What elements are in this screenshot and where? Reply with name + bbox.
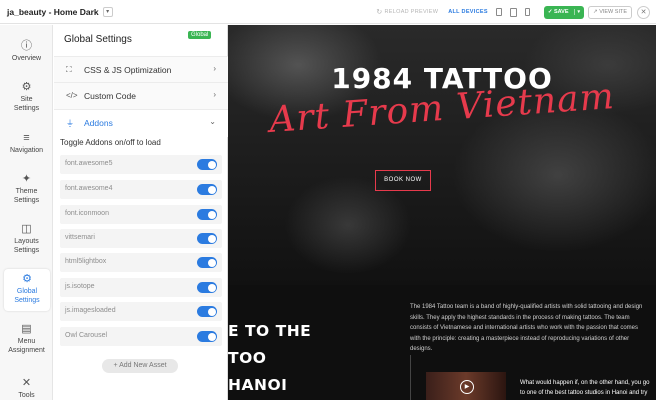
addon-toggle[interactable] <box>197 159 217 170</box>
nav-label: Site Settings <box>13 96 40 112</box>
addon-toggle[interactable] <box>197 282 217 293</box>
reload-preview-label: RELOAD PREVIEW <box>384 9 439 15</box>
addon-name: vittsemari <box>65 234 95 241</box>
nav-label: Global Settings <box>14 288 40 304</box>
global-settings-panel: Global Settings Global ⛶ CSS & JS Optimi… <box>54 25 228 400</box>
global-badge: Global <box>188 31 212 39</box>
book-now-button[interactable]: BOOK NOW <box>375 170 431 191</box>
nav-label: Tools <box>18 392 35 399</box>
divider-line <box>410 355 411 400</box>
section-label: Addons <box>84 118 113 128</box>
welcome-line: HANOI <box>228 376 288 394</box>
top-bar: ja_beauty - Home Dark ▾ ↻ RELOAD PREVIEW … <box>0 0 656 24</box>
list-icon: ▤ <box>21 323 32 335</box>
nav-item-overview[interactable]: ⓘ Overview <box>0 39 53 64</box>
nav-label: Overview <box>11 55 42 62</box>
chevron-right-icon: › <box>213 64 216 73</box>
nav-item-tools[interactable]: ✕ Tools <box>0 376 53 400</box>
external-link-icon: ↗ <box>593 9 598 15</box>
section-label: CSS & JS Optimization <box>84 65 172 75</box>
addon-row: font.awesome4 <box>60 180 222 199</box>
plug-icon: ⏚ <box>66 119 74 128</box>
addon-toggle[interactable] <box>197 233 217 244</box>
css3-icon: ⛶ <box>66 65 72 74</box>
nav-label: Layouts Settings <box>13 238 40 254</box>
code-icon: </> <box>66 91 78 100</box>
addon-row: js.isotope <box>60 278 222 297</box>
welcome-line: TOO <box>228 349 267 367</box>
save-button[interactable]: ✓ SAVE ▾ <box>543 5 585 19</box>
info-icon: ⓘ <box>21 40 32 52</box>
addon-toggle[interactable] <box>197 331 217 342</box>
section-label: Custom Code <box>84 91 136 101</box>
nav-item-menu-assignment[interactable]: ▤ Menu Assignment <box>0 322 53 355</box>
site-title: ja_beauty - Home Dark <box>7 6 99 17</box>
view-site-button[interactable]: ↗ VIEW SITE <box>588 5 632 19</box>
save-check-icon: ✓ <box>547 9 553 15</box>
magic-wand-icon: ✦ <box>21 173 32 185</box>
desktop-device-icon[interactable] <box>495 8 502 16</box>
addon-row: html5lightbox <box>60 253 222 272</box>
section-addons[interactable]: ⏚ Addons ⌄ <box>54 110 228 137</box>
addon-toggle[interactable] <box>197 209 217 220</box>
save-label: SAVE <box>553 9 569 15</box>
nav-item-site-settings[interactable]: ⚙ Site Settings <box>0 80 53 113</box>
gears-icon: ⚙ <box>22 273 32 285</box>
addon-row: js.imagesloaded <box>60 302 222 321</box>
nav-item-global-settings[interactable]: ⚙ Global Settings <box>4 269 50 311</box>
nav-item-layouts-settings[interactable]: ◫ Layouts Settings <box>0 222 53 255</box>
addon-row: Owl Carousel <box>60 327 222 346</box>
addon-name: html5lightbox <box>65 258 107 265</box>
reload-icon: ↻ <box>376 9 383 16</box>
add-new-asset-button[interactable]: + Add New Asset <box>102 359 178 373</box>
addon-row: font.iconmoon <box>60 205 222 224</box>
close-icon[interactable]: ✕ <box>637 5 650 19</box>
welcome-line: E TO THE <box>228 322 312 340</box>
site-dropdown-button[interactable]: ▾ <box>102 6 113 17</box>
addon-toggle[interactable] <box>197 257 217 268</box>
left-nav: ⓘ Overview ⚙ Site Settings ≡ Navigation ✦… <box>0 25 53 400</box>
menu-icon: ≡ <box>23 132 30 144</box>
tablet-device-icon[interactable] <box>509 7 517 17</box>
gears-icon: ⚙ <box>21 81 32 93</box>
addon-name: js.imagesloaded <box>65 307 116 314</box>
mobile-device-icon[interactable] <box>524 8 530 16</box>
site-preview: 1984 TATTOO Art From Vietnam BOOK NOW E … <box>228 25 656 400</box>
save-dropdown-icon[interactable]: ▾ <box>573 9 580 15</box>
nav-item-navigation[interactable]: ≡ Navigation <box>0 131 53 156</box>
about-paragraph: The 1984 Tattoo team is a band of highly… <box>410 304 643 352</box>
chevron-right-icon: › <box>213 90 216 99</box>
panel-title: Global Settings <box>64 34 132 45</box>
addon-name: Owl Carousel <box>65 332 108 339</box>
app-window: ja_beauty - Home Dark ▾ ↻ RELOAD PREVIEW … <box>0 0 656 400</box>
layout-icon: ◫ <box>21 223 32 235</box>
toggle-addons-hint: Toggle Addons on/off to load <box>60 138 161 147</box>
all-devices-button[interactable]: ALL DEVICES <box>448 9 488 15</box>
addon-toggle[interactable] <box>197 306 217 317</box>
addon-name: font.awesome5 <box>65 160 113 167</box>
nav-item-theme-settings[interactable]: ✦ Theme Settings <box>0 172 53 205</box>
chevron-down-icon: ⌄ <box>209 117 216 126</box>
addon-name: font.awesome4 <box>65 185 113 192</box>
addon-row: vittsemari <box>60 229 222 248</box>
addon-row: font.awesome5 <box>60 155 222 174</box>
play-icon[interactable]: ▶ <box>460 380 474 394</box>
welcome-heading: E TO THE TOO HANOI <box>228 318 311 399</box>
top-bar-actions: ↻ RELOAD PREVIEW ALL DEVICES ✓ SAVE ▾ ↗ VI… <box>376 0 650 24</box>
addon-name: font.iconmoon <box>65 210 109 217</box>
nav-label: Theme Settings <box>13 188 40 204</box>
section-css-js-optimization[interactable]: ⛶ CSS & JS Optimization › <box>54 56 228 83</box>
section-custom-code[interactable]: </> Custom Code › <box>54 83 228 110</box>
quote-paragraph: What would happen if, on the other hand,… <box>520 380 650 396</box>
tools-icon: ✕ <box>21 377 32 389</box>
addon-toggle[interactable] <box>197 184 217 195</box>
nav-label: Navigation <box>9 147 44 154</box>
view-site-label: VIEW SITE <box>599 9 627 15</box>
reload-preview-button[interactable]: ↻ RELOAD PREVIEW <box>376 8 438 16</box>
nav-label: Menu Assignment <box>8 338 45 354</box>
addon-name: js.isotope <box>65 283 95 290</box>
